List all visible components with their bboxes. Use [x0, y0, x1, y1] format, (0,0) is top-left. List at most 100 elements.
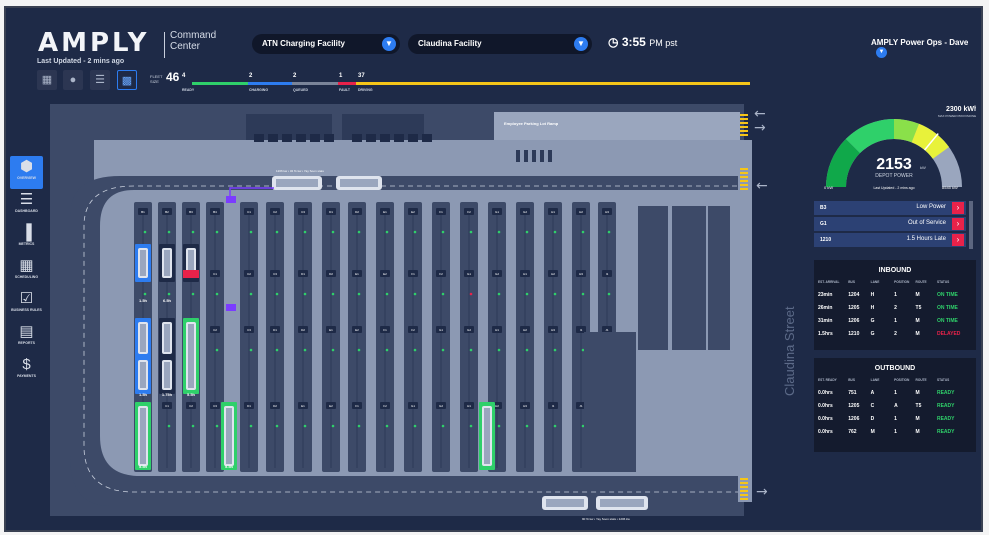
lane-marker[interactable]: E2 [326, 402, 336, 409]
bus-in-transit[interactable] [596, 496, 648, 510]
lane-marker[interactable]: H3 [602, 208, 612, 215]
outbound-row[interactable]: 0.0hrs 1205 C A T5 READY [814, 400, 976, 413]
bus[interactable] [135, 356, 151, 394]
bus[interactable] [159, 244, 175, 282]
alert-row[interactable]: B3 Low Power › [814, 201, 966, 215]
lane-marker[interactable]: B3 [186, 208, 196, 215]
chevron-right-icon[interactable]: › [952, 202, 964, 214]
lane-marker[interactable]: C2 [210, 326, 220, 333]
lane-marker[interactable]: C2 [270, 208, 280, 215]
lane-marker[interactable]: C1 [244, 208, 254, 215]
inbound-row[interactable]: 31min 1206 G 1 M ON TIME [814, 315, 976, 328]
lane-marker[interactable]: G1 [492, 208, 502, 215]
lane-marker[interactable]: D2 [326, 270, 336, 277]
lane-marker[interactable]: G1 [436, 326, 446, 333]
lane-marker[interactable]: D1 [298, 270, 308, 277]
map-pin-icon[interactable]: ● [63, 70, 83, 90]
lane-marker[interactable]: G1 [408, 402, 418, 409]
lane-marker[interactable]: C1 [162, 402, 172, 409]
lane-marker[interactable]: B4 [210, 208, 220, 215]
lane-marker[interactable]: I1 [602, 270, 612, 277]
lane-marker[interactable]: E2 [352, 326, 362, 333]
lane-marker[interactable]: H3 [520, 402, 530, 409]
alert-row[interactable]: G1 Out of Service › [814, 217, 966, 231]
sidebar-item-metrics[interactable]: ▐ METRICS [10, 222, 43, 255]
lane-marker[interactable]: D2 [298, 326, 308, 333]
inbound-row[interactable]: 1.5hrs 1210 G 2 M DELAYED [814, 328, 976, 341]
facility-select-right[interactable]: Claudina Facility ▼ [408, 34, 592, 54]
lane-marker[interactable]: F2 [408, 326, 418, 333]
lane-marker[interactable]: H1 [520, 270, 530, 277]
lane-marker[interactable]: C3 [210, 402, 220, 409]
sidebar-item-scheduling[interactable]: ▦ SCHEDULING [10, 255, 43, 288]
lane-marker[interactable]: G2 [520, 208, 530, 215]
lane-marker[interactable]: G2 [436, 402, 446, 409]
bus[interactable] [135, 318, 151, 358]
lane-marker[interactable]: J1 [602, 326, 612, 333]
bus-in-transit[interactable] [336, 176, 382, 190]
lane-marker[interactable]: H2 [548, 270, 558, 277]
outbound-row[interactable]: 0.0hrs 762 M 1 M READY [814, 426, 976, 439]
list-view-icon[interactable]: ☰ [90, 70, 110, 90]
bus[interactable] [479, 402, 495, 470]
bus[interactable] [135, 402, 151, 470]
lane-marker[interactable]: E1 [352, 270, 362, 277]
lane-marker[interactable]: F1 [352, 402, 362, 409]
lane-marker[interactable]: C3 [244, 326, 254, 333]
sidebar-item-reports[interactable]: ▤ REPORTS [10, 321, 43, 354]
inbound-row[interactable]: 23min 1204 H 1 M ON TIME [814, 289, 976, 302]
lane-marker[interactable]: F1 [408, 270, 418, 277]
user-menu[interactable]: AMPLY Power Ops - Dave▼ [871, 38, 981, 58]
lane-marker[interactable]: E2 [380, 270, 390, 277]
chevron-right-icon[interactable]: › [952, 218, 964, 230]
lane-marker[interactable]: H1 [548, 208, 558, 215]
lane-marker[interactable]: I1 [548, 402, 558, 409]
lane-marker[interactable]: H2 [520, 326, 530, 333]
lane-marker[interactable]: G2 [464, 326, 474, 333]
alert-row[interactable]: 1210 1.5 Hours Late › [814, 233, 966, 247]
lane-marker[interactable]: G1 [464, 270, 474, 277]
lane-marker[interactable]: C3 [298, 208, 308, 215]
lane-marker[interactable]: C2 [244, 270, 254, 277]
sidebar-item-overview[interactable]: ⬢ OVERVIEW [10, 156, 43, 189]
lane-marker[interactable]: C2 [186, 402, 196, 409]
lane-marker[interactable]: H1 [464, 402, 474, 409]
lane-marker[interactable]: F2 [436, 270, 446, 277]
lane-marker[interactable]: E1 [298, 402, 308, 409]
lane-marker[interactable]: H3 [548, 326, 558, 333]
lane-marker[interactable]: E2 [408, 208, 418, 215]
lane-marker[interactable]: G2 [492, 270, 502, 277]
alerts-scrollbar[interactable] [969, 201, 973, 249]
lane-marker[interactable]: D2 [270, 402, 280, 409]
lane-marker[interactable]: C3 [270, 270, 280, 277]
inbound-row[interactable]: 26min 1205 H 2 T5 ON TIME [814, 302, 976, 315]
sidebar-item-business-rules[interactable]: ☑ BUSINESS RULES [10, 288, 43, 321]
facility-select-left[interactable]: ATN Charging Facility ▼ [252, 34, 400, 54]
outbound-row[interactable]: 0.0hrs 751 A 1 M READY [814, 387, 976, 400]
lane-marker[interactable]: F2 [380, 402, 390, 409]
lane-marker[interactable]: D2 [352, 208, 362, 215]
lane-marker[interactable]: F1 [436, 208, 446, 215]
sidebar-item-payments[interactable]: $ PAYMENTS [10, 354, 43, 387]
bus[interactable] [183, 318, 199, 394]
chevron-right-icon[interactable]: › [952, 234, 964, 246]
bus[interactable] [221, 402, 237, 470]
grid-view-icon[interactable]: ▦ [37, 70, 57, 90]
bus-in-transit[interactable] [272, 176, 322, 190]
lane-marker[interactable]: I1 [576, 326, 586, 333]
bus[interactable] [135, 244, 151, 282]
lane-marker[interactable]: H3 [576, 270, 586, 277]
lane-marker[interactable]: H1 [492, 326, 502, 333]
bus-view-icon[interactable]: ▩ [117, 70, 137, 90]
lane-marker[interactable]: E1 [326, 326, 336, 333]
sidebar-item-dashboard[interactable]: ☰ DASHBOARD [10, 189, 43, 222]
lane-marker[interactable]: H2 [576, 208, 586, 215]
lane-marker[interactable]: D1 [244, 402, 254, 409]
lane-marker[interactable]: B2 [162, 208, 172, 215]
bus[interactable] [159, 356, 175, 394]
lane-marker[interactable]: F1 [380, 326, 390, 333]
bus-in-transit[interactable] [542, 496, 588, 510]
lane-marker[interactable]: D1 [326, 208, 336, 215]
bus[interactable] [159, 318, 175, 358]
lane-marker[interactable]: F2 [464, 208, 474, 215]
